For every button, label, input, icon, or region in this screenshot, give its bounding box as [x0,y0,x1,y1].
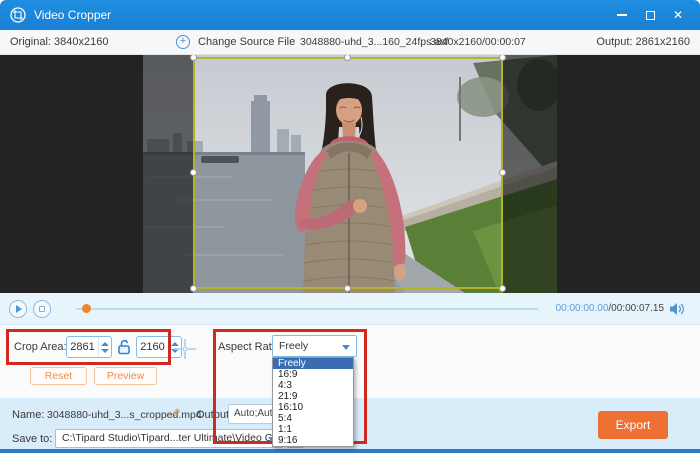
total-duration: 00:00:07.15 [611,303,664,314]
timeline-slider[interactable] [76,308,538,310]
window-title: Video Cropper [34,8,111,22]
output-format-label: Output: [196,409,232,421]
titlebar: Video Cropper ✕ [0,0,700,30]
window-bottom-border [0,449,700,453]
crop-dim-overlay-left [143,55,193,293]
video-cropper-window: Video Cropper ✕ Original: 3840x2160 + Ch… [0,0,700,457]
crop-dim-overlay-right [503,55,557,293]
crop-handle-bottom-right[interactable] [499,285,506,292]
output-resolution-label: Output: 2861x2160 [596,36,690,48]
aspect-option-5-4[interactable]: 5:4 [273,413,353,424]
aspect-option-1-1[interactable]: 1:1 [273,424,353,435]
close-button[interactable]: ✕ [666,6,690,24]
volume-icon[interactable] [669,302,685,316]
crop-width-input[interactable]: 2861 [66,336,112,358]
crop-selection-box[interactable] [193,57,503,289]
crop-width-increment[interactable] [101,342,109,346]
original-resolution-label: Original: 3840x2160 [10,36,108,48]
chevron-down-icon [342,345,350,350]
crosshair-move-icon[interactable] [172,337,198,361]
crop-area-label: Crop Area: [14,341,67,353]
crop-height-value: 2160 [137,337,168,357]
crop-handle-bottom-left[interactable] [190,285,197,292]
aspect-ratio-selected-value: Freely [279,340,308,352]
unlock-aspect-icon[interactable] [117,339,131,355]
aspect-ratio-select[interactable]: Freely [272,335,357,357]
minimize-icon [617,14,627,16]
play-icon [16,305,22,313]
play-button[interactable] [9,300,27,318]
preview-button[interactable]: Preview [94,367,157,385]
change-source-file-button[interactable]: Change Source File [198,36,295,48]
maximize-button[interactable] [638,6,662,24]
export-button[interactable]: Export [598,411,668,439]
close-icon: ✕ [673,8,683,22]
plus-circle-icon: + [176,35,190,49]
stop-button[interactable] [33,300,51,318]
current-time: 00:00:00.00 [556,303,609,314]
crop-handle-mid-left[interactable] [190,169,197,176]
save-path-field[interactable]: C:\Tipard Studio\Tipard...ter Ultimate\V… [55,429,283,448]
timeline-thumb[interactable] [82,304,91,313]
file-resolution-duration: 3840x2160/00:00:07 [430,36,526,48]
rename-pencil-icon[interactable]: ✎ [170,406,181,422]
crop-handle-bottom-center[interactable] [344,285,351,292]
video-stage [0,55,700,293]
stop-icon [39,306,45,312]
crop-width-spinner [98,337,111,357]
crop-width-value: 2861 [67,337,98,357]
minimize-button[interactable] [610,6,634,24]
controls-panel: Crop Area: 2861 2160 Aspect R [0,325,700,398]
crop-handle-mid-right[interactable] [499,169,506,176]
aspect-option-16-9[interactable]: 16:9 [273,369,353,380]
crop-handle-top-left[interactable] [190,55,197,61]
crop-handle-top-center[interactable] [344,55,351,61]
aspect-option-4-3[interactable]: 4:3 [273,380,353,391]
aspect-option-freely[interactable]: Freely [273,358,353,369]
save-to-label: Save to: [12,433,52,445]
aspect-option-21-9[interactable]: 21:9 [273,391,353,402]
name-label: Name: [12,409,44,421]
aspect-option-16-10[interactable]: 16:10 [273,402,353,413]
maximize-icon [646,11,655,20]
app-crop-icon [10,7,26,23]
reset-button[interactable]: Reset [30,367,87,385]
player-bar: 00:00:00.00/00:00:07.15 [0,293,700,325]
info-bar: Original: 3840x2160 + Change Source File… [0,30,700,55]
playback-time: 00:00:00.00/00:00:07.15 [556,303,664,314]
aspect-ratio-list: Freely16:94:321:916:105:41:19:16 [272,357,354,447]
crop-width-decrement[interactable] [101,349,109,353]
aspect-option-9-16[interactable]: 9:16 [273,435,353,446]
loaded-file-name: 3048880-uhd_3...160_24fps.asf [300,36,448,48]
